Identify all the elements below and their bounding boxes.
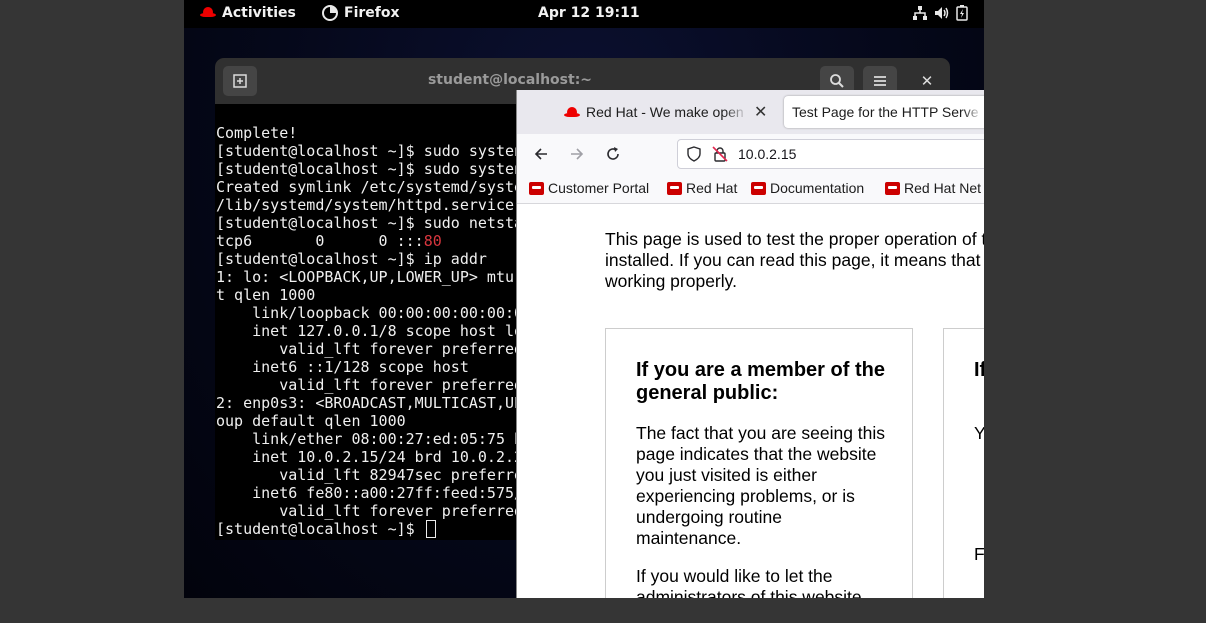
terminal-line: Created symlink /etc/systemd/syste [216, 178, 524, 196]
terminal-line: inet6 ::1/128 scope host [216, 358, 469, 376]
bookmark-customer-portal[interactable]: Customer Portal [529, 180, 649, 196]
terminal-output[interactable]: Complete! [student@localhost ~]$ sudo sys… [216, 124, 523, 538]
back-button[interactable] [527, 142, 555, 166]
tab-label: Test Page for the HTTP Serve [792, 104, 979, 120]
url-bar[interactable]: 10.0.2.15 [677, 139, 984, 169]
terminal-line: 2: enp0s3: <BROADCAST,MULTICAST,UP [216, 394, 524, 412]
terminal-line: [student@localhost ~]$ ip addr [216, 250, 487, 268]
intro-text: This page is used to test the proper ope… [605, 229, 984, 291]
terminal-line: inet 127.0.0.1/8 scope host lo [216, 322, 524, 340]
shield-icon[interactable] [686, 146, 702, 162]
terminal-line: [student@localhost ~]$ sudo systen [216, 160, 524, 178]
terminal-line: [student@localhost ~]$ [216, 520, 523, 538]
terminal-line: /lib/systemd/system/httpd.service [216, 196, 515, 214]
red-hat-bookmark-icon [529, 181, 544, 195]
activities-label: Activities [222, 5, 296, 21]
url-text[interactable]: 10.0.2.15 [738, 146, 796, 162]
terminal-line: valid_lft forever preferred [216, 376, 524, 394]
terminal-line: oup default qlen 1000 [216, 412, 406, 430]
red-hat-bookmark-icon [751, 181, 766, 195]
text-cursor [425, 520, 436, 538]
tab-strip: Red Hat - We make open s ✕ Test Page for… [517, 90, 984, 134]
card-paragraph: The fact that you are seeing this page i… [636, 423, 886, 548]
system-tray[interactable] [912, 5, 968, 21]
close-icon: ✕ [920, 72, 934, 90]
terminal-line: valid_lft forever preferred [216, 502, 524, 520]
terminal-line: inet 10.0.2.15/24 brd 10.0.2.2 [216, 448, 524, 466]
forward-button[interactable] [563, 142, 591, 166]
app-name: Firefox [344, 5, 400, 21]
terminal-line: [student@localhost ~]$ sudo systen [216, 142, 524, 160]
terminal-line: link/ether 08:00:27:ed:05:75 b [216, 430, 524, 448]
arrow-right-icon [571, 148, 584, 160]
clock[interactable]: Apr 12 19:11 [538, 5, 640, 21]
arrow-left-icon [534, 148, 547, 160]
terminal-line: tcp6 0 0 :::80 [216, 232, 442, 250]
bookmark-label: Customer Portal [548, 180, 650, 196]
red-hat-favicon-icon [564, 106, 580, 118]
bookmark-documentation[interactable]: Documentation [751, 180, 864, 196]
terminal-line: t qlen 1000 [216, 286, 316, 304]
tab-red-hat[interactable]: Red Hat - We make open s ✕ [564, 96, 774, 128]
red-hat-bookmark-icon [885, 181, 900, 195]
top-bar: Activities Firefox Apr 12 19:11 [184, 0, 984, 28]
terminal-line: valid_lft 82947sec preferre [216, 466, 524, 484]
port-highlight: 80 [423, 232, 442, 250]
terminal-title: student@localhost:~ [427, 72, 593, 88]
terminal-line: 1: lo: <LOOPBACK,UP,LOWER_UP> mtu [216, 268, 515, 286]
battery-icon [956, 5, 968, 21]
tab-test-page[interactable]: Test Page for the HTTP Serve [784, 96, 984, 128]
bookmark-label: Documentation [770, 180, 865, 196]
network-icon [913, 6, 927, 20]
bookmark-label: Red Hat [686, 180, 738, 196]
reload-icon [607, 147, 619, 160]
card-heading: If a [974, 359, 984, 381]
app-menu-firefox[interactable]: Firefox [322, 5, 400, 21]
terminal-line: inet6 fe80::a00:27ff:feed:575/ [216, 484, 524, 502]
tab-label: Red Hat - We make open s [586, 104, 748, 120]
search-icon [830, 74, 844, 88]
activities-button[interactable]: Activities [200, 5, 296, 21]
red-hat-bookmark-icon [667, 181, 682, 195]
reload-button[interactable] [599, 142, 627, 166]
firefox-window[interactable]: Red Hat - We make open s ✕ Test Page for… [516, 90, 984, 598]
red-hat-logo-icon [200, 7, 216, 19]
navigation-toolbar: 10.0.2.15 [517, 134, 984, 174]
bookmark-red-hat-network[interactable]: Red Hat Net [885, 180, 981, 196]
page-content: This page is used to test the proper ope… [517, 205, 984, 598]
card-paragraph: F H a [974, 544, 984, 564]
terminal-line: valid_lft forever preferred [216, 340, 524, 358]
hamburger-menu-icon [874, 76, 886, 86]
public-info-card: If you are a member of the general publi… [605, 328, 913, 598]
bookmark-red-hat[interactable]: Red Hat [667, 180, 737, 196]
terminal-line: Complete! [216, 124, 298, 142]
desktop: Activities Firefox Apr 12 19:11 student@… [184, 0, 984, 598]
card-heading: If you are a member of the general publi… [636, 359, 885, 404]
firefox-icon [322, 5, 338, 21]
terminal-line: link/loopback 00:00:00:00:00:0 [216, 304, 524, 322]
terminal-line: [student@localhost ~]$ sudo netsta [216, 214, 524, 232]
card-paragraph: Y th u y a [974, 423, 984, 444]
insecure-lock-icon[interactable] [712, 146, 728, 162]
admin-info-card: If a Y th u y a F H a [943, 328, 984, 598]
close-tab-icon[interactable]: ✕ [754, 102, 767, 122]
card-paragraph: If you would like to let the administrat… [636, 566, 862, 598]
bookmark-label: Red Hat Net [904, 180, 982, 196]
bookmarks-toolbar: Customer Portal Red Hat Documentation Re… [517, 174, 984, 204]
volume-icon [935, 7, 949, 19]
